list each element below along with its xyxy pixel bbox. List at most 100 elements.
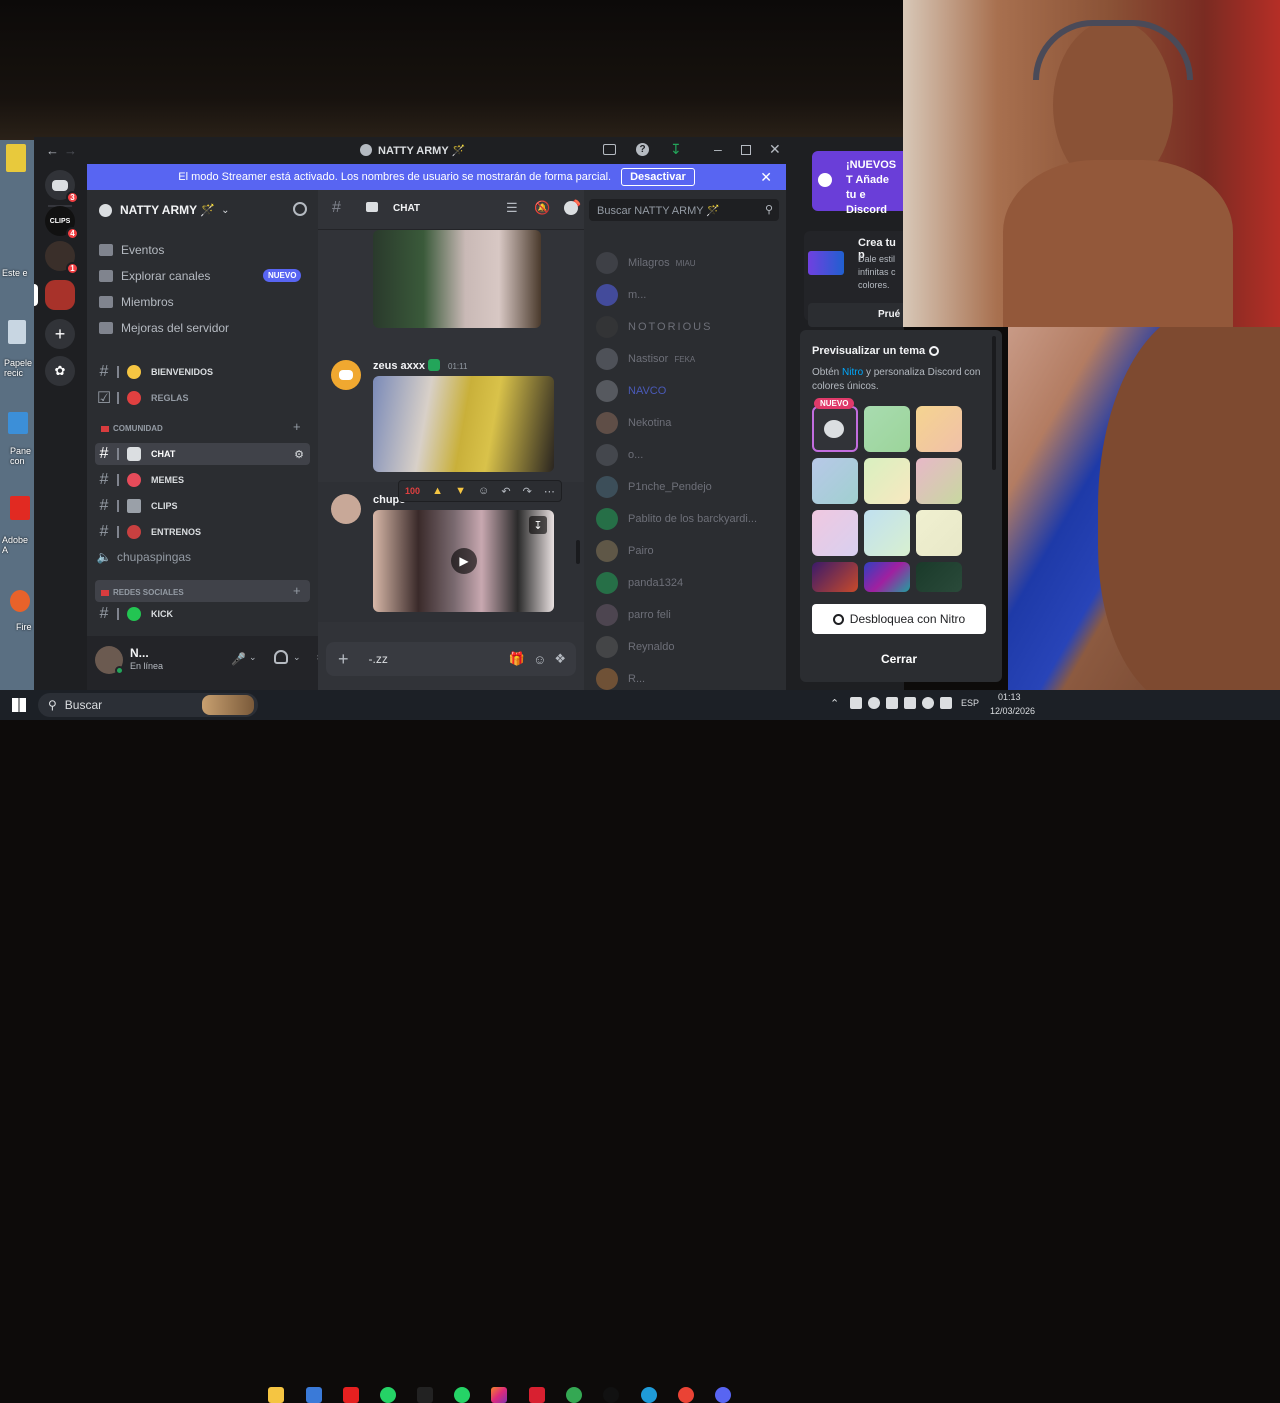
file-explorer-icon[interactable] xyxy=(268,1387,284,1403)
theme-swatch[interactable] xyxy=(916,562,962,592)
folder-icon[interactable] xyxy=(6,144,26,172)
member-item[interactable]: panda1324 xyxy=(596,571,683,595)
scrollbar[interactable] xyxy=(576,540,580,564)
clock-date[interactable]: 12/03/2026 xyxy=(990,706,1035,716)
discord-icon[interactable] xyxy=(715,1387,731,1403)
threads-icon[interactable]: ☰ xyxy=(506,200,518,216)
chevron-up-icon[interactable]: ⌃ xyxy=(830,697,839,710)
theme-swatch[interactable] xyxy=(864,562,910,592)
message-author[interactable]: zeus axxx xyxy=(373,360,425,372)
category-social[interactable]: REDES SOCIALES xyxy=(101,588,184,597)
nitro-link[interactable]: Nitro xyxy=(842,367,863,378)
maximize-icon[interactable] xyxy=(741,145,751,155)
tray-icon[interactable] xyxy=(922,697,934,709)
deactivate-button[interactable]: Desactivar xyxy=(621,168,695,186)
close-icon[interactable]: ✕ xyxy=(769,141,781,158)
add-member-icon[interactable] xyxy=(293,202,307,216)
help-icon[interactable]: ? xyxy=(636,143,649,156)
close-button[interactable]: Cerrar xyxy=(812,644,986,674)
speaker-icon[interactable] xyxy=(940,697,952,709)
member-item[interactable]: Pablito de los barckyardi... xyxy=(596,507,757,531)
add-channel-icon[interactable]: + xyxy=(293,583,301,598)
thumbs-up-icon[interactable]: ▲ xyxy=(432,485,443,497)
member-item[interactable]: NAVCO xyxy=(596,379,666,403)
nitro-promo-card[interactable]: ¡NUEVOS T Añade tu e Discord xyxy=(812,151,904,216)
nav-explore-channels[interactable]: Explorar canales xyxy=(99,269,210,283)
channel-workouts[interactable]: # ENTRENOS xyxy=(95,521,310,543)
image-attachment[interactable] xyxy=(373,230,541,328)
image-attachment[interactable] xyxy=(373,376,554,472)
theme-swatch[interactable] xyxy=(864,458,910,504)
theme-swatch[interactable] xyxy=(916,458,962,504)
nav-events[interactable]: Eventos xyxy=(99,243,164,257)
instagram-icon[interactable] xyxy=(491,1387,507,1403)
chevron-down-icon[interactable]: ⌄ xyxy=(249,652,257,663)
channel-kick[interactable]: # KICK xyxy=(95,603,310,625)
nav-server-boosts[interactable]: Mejoras del servidor xyxy=(99,321,229,335)
headphones-icon[interactable] xyxy=(274,650,288,664)
member-item[interactable]: Pairo xyxy=(596,539,654,563)
theme-swatch[interactable] xyxy=(812,458,858,504)
gift-icon[interactable]: 🎁 xyxy=(509,651,525,667)
minimize-icon[interactable]: – xyxy=(714,141,722,157)
composer-input[interactable]: -.zz xyxy=(369,652,388,666)
channel-welcome[interactable]: # BIENVENIDOS xyxy=(95,361,310,383)
language-indicator[interactable]: ESP xyxy=(961,698,979,708)
obs-icon[interactable] xyxy=(603,1387,619,1403)
member-item[interactable]: Milagros MIAU xyxy=(596,251,696,275)
theme-swatch[interactable] xyxy=(864,510,910,556)
download-icon[interactable]: ↧ xyxy=(670,141,682,158)
download-icon[interactable]: ↧ xyxy=(529,516,547,534)
scrollbar[interactable] xyxy=(992,336,996,470)
channel-memes[interactable]: # MEMES xyxy=(95,469,310,491)
close-icon[interactable]: ✕ xyxy=(760,169,772,186)
category-community[interactable]: COMUNIDAD xyxy=(101,424,163,433)
channel-rules[interactable]: ☑ REGLAS xyxy=(95,387,310,409)
try-button[interactable]: Prué xyxy=(808,303,904,327)
thumbs-down-icon[interactable]: ▼ xyxy=(455,485,466,497)
theme-swatch[interactable] xyxy=(864,406,910,452)
add-attachment-icon[interactable]: + xyxy=(338,649,349,670)
chrome-icon[interactable] xyxy=(678,1387,694,1403)
store-icon[interactable] xyxy=(306,1387,322,1403)
bell-muted-icon[interactable]: 🔕 xyxy=(534,200,550,216)
apps-icon[interactable]: ❖ xyxy=(554,651,566,667)
voice-channel[interactable]: 🔈 chupaspingas xyxy=(95,546,310,568)
recycle-bin-icon[interactable] xyxy=(8,320,26,344)
clock-time[interactable]: 01:13 xyxy=(998,692,1021,702)
play-icon[interactable]: ▶ xyxy=(451,548,477,574)
theme-swatch-custom[interactable] xyxy=(812,406,858,452)
more-icon[interactable]: ⋯ xyxy=(544,485,555,498)
add-channel-icon[interactable]: + xyxy=(293,419,301,434)
search-icon[interactable]: ⚲ xyxy=(765,203,773,216)
tray-icon[interactable] xyxy=(904,697,916,709)
sticker-icon[interactable]: ☺ xyxy=(533,652,546,667)
avatar[interactable] xyxy=(331,360,361,390)
capcut-icon[interactable] xyxy=(417,1387,433,1403)
youtube-icon[interactable] xyxy=(343,1387,359,1403)
control-panel-icon[interactable] xyxy=(8,412,28,434)
gear-icon[interactable]: ⚙ xyxy=(294,448,304,461)
whatsapp-icon[interactable] xyxy=(380,1387,396,1403)
member-item[interactable]: NOTORIOUS xyxy=(596,315,712,339)
edge-icon[interactable] xyxy=(641,1387,657,1403)
arrow-left-icon[interactable]: ← xyxy=(46,143,59,158)
unlock-nitro-button[interactable]: Desbloquea con Nitro xyxy=(812,604,986,634)
inbox-icon[interactable] xyxy=(603,144,616,155)
member-item[interactable]: Reynaldo xyxy=(596,635,674,659)
video-attachment[interactable]: ▶ ↧ xyxy=(373,510,554,612)
channel-clips[interactable]: # CLIPS xyxy=(95,495,310,517)
tray-icon[interactable] xyxy=(868,697,880,709)
add-reaction-icon[interactable]: ☺ xyxy=(478,485,489,497)
adobe-icon[interactable] xyxy=(10,496,30,520)
chevron-down-icon[interactable]: ⌄ xyxy=(293,652,301,663)
hundred-icon[interactable]: 100 xyxy=(405,486,420,496)
theme-swatch[interactable] xyxy=(812,562,858,592)
forward-icon[interactable]: ↷ xyxy=(523,485,532,498)
app-icon[interactable] xyxy=(529,1387,545,1403)
member-item[interactable]: Nekotina xyxy=(596,411,671,435)
avatar[interactable] xyxy=(331,494,361,524)
member-list-icon[interactable] xyxy=(564,201,578,215)
server-icon-clips[interactable]: CLIPS 4 xyxy=(45,206,79,240)
member-item[interactable]: P1nche_Pendejo xyxy=(596,475,712,499)
